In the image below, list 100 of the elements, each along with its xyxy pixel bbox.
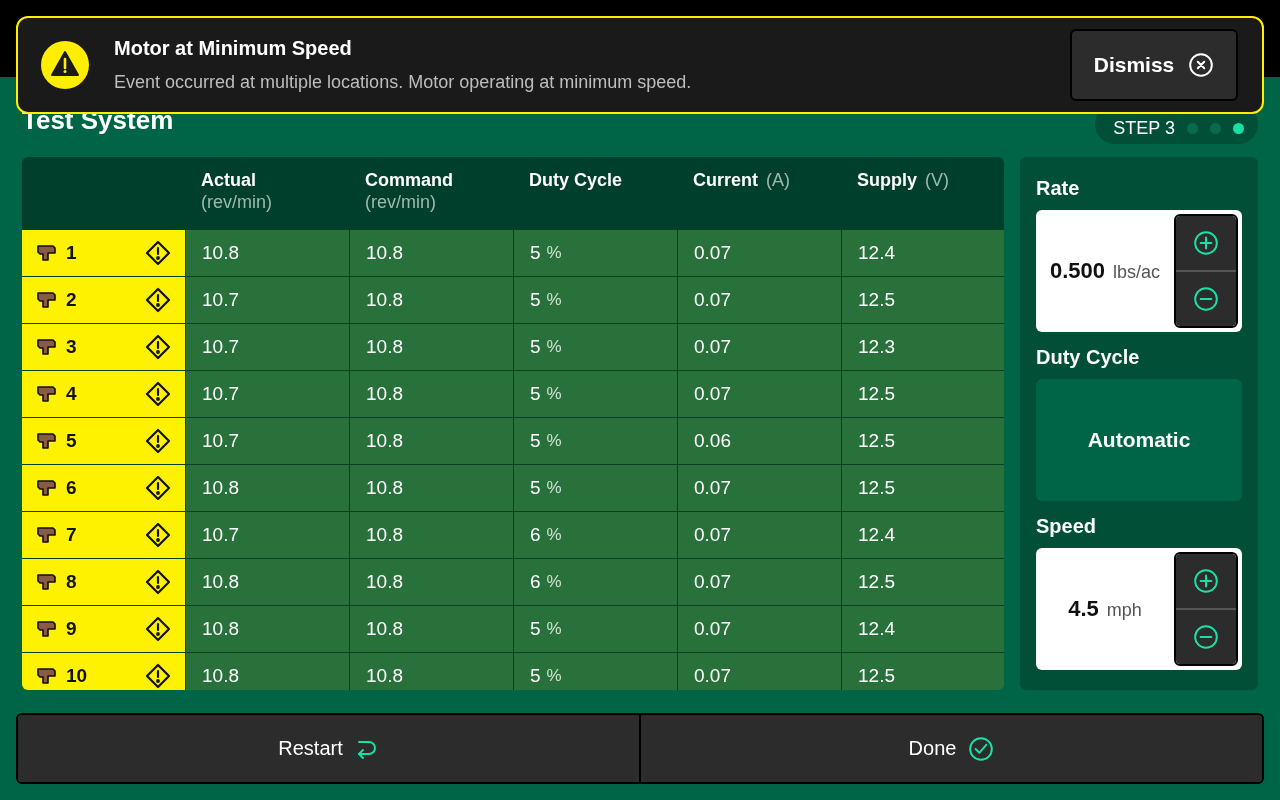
table-cell: 10.8 — [202, 665, 239, 687]
column-header: Duty Cycle — [529, 169, 623, 191]
table-cell: 5 — [530, 242, 541, 264]
row-number: 6 — [66, 477, 78, 499]
increase-button[interactable] — [1176, 554, 1236, 608]
table-cell: 0.07 — [694, 289, 731, 311]
table-cell: 12.5 — [858, 665, 895, 687]
row-number: 7 — [66, 524, 78, 546]
column-unit: (V) — [925, 169, 949, 191]
table-cell: 5 — [530, 336, 541, 358]
table-cell: 10.8 — [366, 430, 403, 452]
cell-unit: % — [546, 431, 562, 451]
table-cell: 0.07 — [694, 383, 731, 405]
table-cell: 12.5 — [858, 430, 895, 452]
column-header: Current — [693, 169, 758, 191]
table-cell: 0.07 — [694, 477, 731, 499]
table-cell: 10.8 — [366, 383, 403, 405]
table-cell: 10.8 — [366, 477, 403, 499]
row-number: 1 — [66, 242, 78, 264]
setting-value: 0.500 — [1049, 258, 1105, 284]
table-cell: 5 — [530, 289, 541, 311]
dismiss-button[interactable]: Dismiss — [1070, 29, 1238, 101]
motor-icon — [36, 666, 58, 686]
setting-label: Duty Cycle — [1036, 346, 1141, 369]
warning-icon — [145, 663, 171, 689]
column-unit: (A) — [766, 169, 790, 191]
table-cell: 10.8 — [202, 242, 239, 264]
column-header: Actual — [201, 169, 256, 191]
motor-icon — [36, 384, 58, 404]
warning-icon — [145, 381, 171, 407]
table-cell: 10.8 — [202, 571, 239, 593]
table-cell: 6 — [530, 524, 541, 546]
table-cell: 10.8 — [202, 618, 239, 640]
setting-value: 4.5 — [1068, 596, 1099, 622]
increase-button[interactable] — [1176, 216, 1236, 270]
warning-icon — [145, 287, 171, 313]
motor-icon — [36, 431, 58, 451]
row-number: 5 — [66, 430, 78, 452]
plus-icon — [1193, 568, 1219, 594]
table-cell: 5 — [530, 477, 541, 499]
cell-unit: % — [546, 243, 562, 263]
cell-unit: % — [546, 619, 562, 639]
decrease-button[interactable] — [1176, 608, 1236, 664]
motor-icon — [36, 478, 58, 498]
alert-title: Motor at Minimum Speed — [114, 37, 353, 60]
step-label: STEP 3 — [1113, 117, 1175, 139]
row-number: 2 — [66, 289, 78, 311]
done-button[interactable]: Done — [639, 715, 1262, 782]
table-cell: 12.4 — [858, 524, 895, 546]
plus-icon — [1193, 230, 1219, 256]
table-cell: 10.8 — [366, 665, 403, 687]
warning-icon — [145, 334, 171, 360]
table-cell: 0.06 — [694, 430, 731, 452]
warning-icon — [145, 522, 171, 548]
setting-label: Rate — [1036, 177, 1081, 200]
cell-unit: % — [546, 572, 562, 592]
table-cell: 10.8 — [366, 289, 403, 311]
close-icon — [1188, 52, 1215, 78]
table-cell: 12.5 — [858, 571, 895, 593]
row-number: 4 — [66, 383, 78, 405]
table-cell: 10.7 — [202, 524, 239, 546]
setting-label: Speed — [1036, 515, 1098, 538]
minus-icon — [1193, 624, 1219, 650]
cell-unit: % — [546, 384, 562, 404]
motor-icon — [36, 337, 58, 357]
warning-icon — [145, 428, 171, 454]
table-cell: 10.7 — [202, 383, 239, 405]
table-cell: 0.07 — [694, 524, 731, 546]
check-circle-icon — [968, 735, 995, 762]
mode-button[interactable]: Automatic — [1036, 379, 1242, 501]
motor-icon — [36, 572, 58, 592]
column-header: Command — [365, 169, 453, 191]
warning-icon — [40, 40, 90, 90]
motor-icon — [36, 290, 58, 310]
table-cell: 10.7 — [202, 430, 239, 452]
table-cell: 10.8 — [366, 242, 403, 264]
minus-icon — [1193, 286, 1219, 312]
table-cell: 12.5 — [858, 289, 895, 311]
table-cell: 12.5 — [858, 383, 895, 405]
warning-icon — [145, 569, 171, 595]
setting-unit: lbs/ac — [1113, 262, 1161, 283]
table-cell: 10.8 — [202, 477, 239, 499]
table-cell: 10.8 — [366, 571, 403, 593]
row-number: 10 — [66, 665, 89, 687]
cell-unit: % — [546, 478, 562, 498]
table-cell: 0.07 — [694, 571, 731, 593]
setting-unit: mph — [1106, 600, 1142, 621]
table-cell: 10.8 — [366, 524, 403, 546]
table-cell: 5 — [530, 383, 541, 405]
restart-button[interactable]: Restart — [18, 715, 639, 782]
warning-icon — [145, 240, 171, 266]
decrease-button[interactable] — [1176, 270, 1236, 326]
motor-icon — [36, 243, 58, 263]
cell-unit: % — [546, 290, 562, 310]
warning-icon — [145, 616, 171, 642]
table-cell: 12.4 — [858, 618, 895, 640]
table-cell: 10.7 — [202, 336, 239, 358]
cell-unit: % — [546, 337, 562, 357]
row-number: 3 — [66, 336, 78, 358]
table-cell: 0.07 — [694, 336, 731, 358]
